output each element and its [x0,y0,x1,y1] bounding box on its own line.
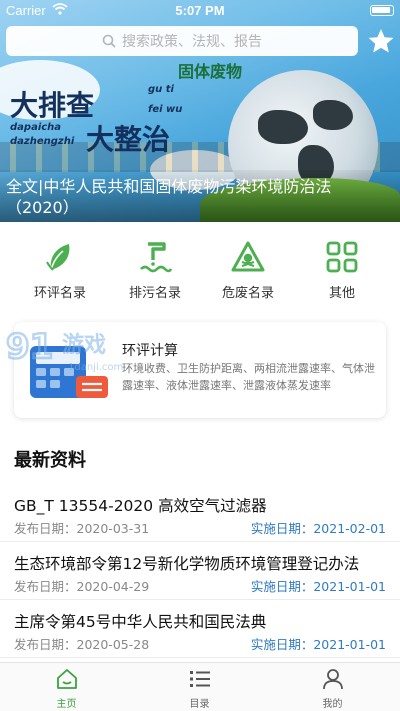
doc-implement-date: 实施日期：2021-01-01 [250,579,386,594]
discharge-pipe-icon [140,242,172,273]
bottom-tab-bar: 主页 目录 我的 [0,662,400,711]
quick-item-other[interactable]: 其他 [292,236,392,306]
calc-card-description: 环境收费、卫生防护距离、两相流泄露速率、气体泄露速率、液体泄露速率、泄露液体蒸发… [122,362,375,392]
quick-item-label: 其他 [328,286,355,301]
clock: 5:07 PM [175,3,225,18]
tab-home[interactable]: 主页 [0,663,133,711]
status-bar: Carrier 5:07 PM [0,0,400,20]
doc-publish-date: 发布日期：2020-04-29 [14,579,150,594]
battery-icon [370,5,394,16]
doc-publish-date: 发布日期：2020-05-28 [14,637,150,652]
quick-item-eia-catalog[interactable]: 环评名录 [10,236,110,306]
banner-caption: 全文|中华人民共和国固体废物污染环境防治法（2020） [6,177,332,217]
quick-menu: 环评名录 排污名录 危废名录 其他 [0,236,400,306]
tab-label: 目录 [189,699,210,710]
watermark-site: 1danji.com [68,362,123,373]
tab-label: 我的 [322,699,343,710]
tab-profile[interactable]: 我的 [266,663,399,711]
banner-slogan-top: 固体废物 [178,62,243,81]
favorite-star-icon[interactable] [366,26,396,56]
banner-pinyin: dazhengzhi [10,136,75,147]
doc-title: GB_T 13554-2020 高效空气过滤器 [14,497,267,515]
banner-pinyin: dapaicha [10,122,62,133]
section-title-latest: 最新资料 [14,450,86,471]
quick-item-discharge-catalog[interactable]: 排污名录 [105,236,205,306]
svg-text:91: 91 [6,327,53,367]
doc-implement-date: 实施日期：2021-01-01 [250,637,386,652]
search-icon [102,34,116,48]
search-placeholder: 搜索政策、法规、报告 [122,34,262,50]
hazard-icon [231,241,265,272]
list-item[interactable]: 主席令第45号中华人民共和国民法典 发布日期：2020-05-28 实施日期：2… [0,600,400,658]
banner-caption-overlay[interactable]: 全文|中华人民共和国固体废物污染环境防治法（2020） [0,170,400,222]
doc-implement-date: 实施日期：2021-02-01 [250,521,386,536]
list-item[interactable]: 生态环境部令第12号新化学物质环境管理登记办法 发布日期：2020-04-29 … [0,542,400,600]
leaf-icon [46,244,70,271]
quick-item-hazardous-waste[interactable]: 危废名录 [198,236,298,306]
quick-item-label: 排污名录 [128,286,181,301]
list-item[interactable]: GB_T 13554-2020 高效空气过滤器 发布日期：2020-03-31 … [0,484,400,542]
list-icon [189,671,210,687]
tab-catalog[interactable]: 目录 [133,663,266,711]
grid-icon [326,241,358,273]
doc-publish-date: 发布日期：2020-03-31 [14,521,150,536]
search-input[interactable]: 搜索政策、法规、报告 [6,26,358,56]
site-watermark-logo: 91 游戏 1danji.com [5,326,124,373]
banner-slogan-right: 大整治 [86,123,171,156]
doc-title: 生态环境部令第12号新化学物质环境管理登记办法 [14,555,360,573]
banner-pinyin: fei wu [148,104,183,115]
watermark-text: 游戏 [62,332,106,358]
tab-label: 主页 [56,699,77,710]
user-icon [322,669,343,690]
latest-docs-list: GB_T 13554-2020 高效空气过滤器 发布日期：2020-03-31 … [0,484,400,658]
doc-title: 主席令第45号中华人民共和国民法典 [14,613,267,631]
banner-pinyin: gu ti [148,84,174,95]
home-icon [56,669,77,689]
quick-item-label: 危废名录 [221,286,274,301]
quick-item-label: 环评名录 [33,286,86,301]
banner-slogan-left: 大排查 [10,89,95,122]
